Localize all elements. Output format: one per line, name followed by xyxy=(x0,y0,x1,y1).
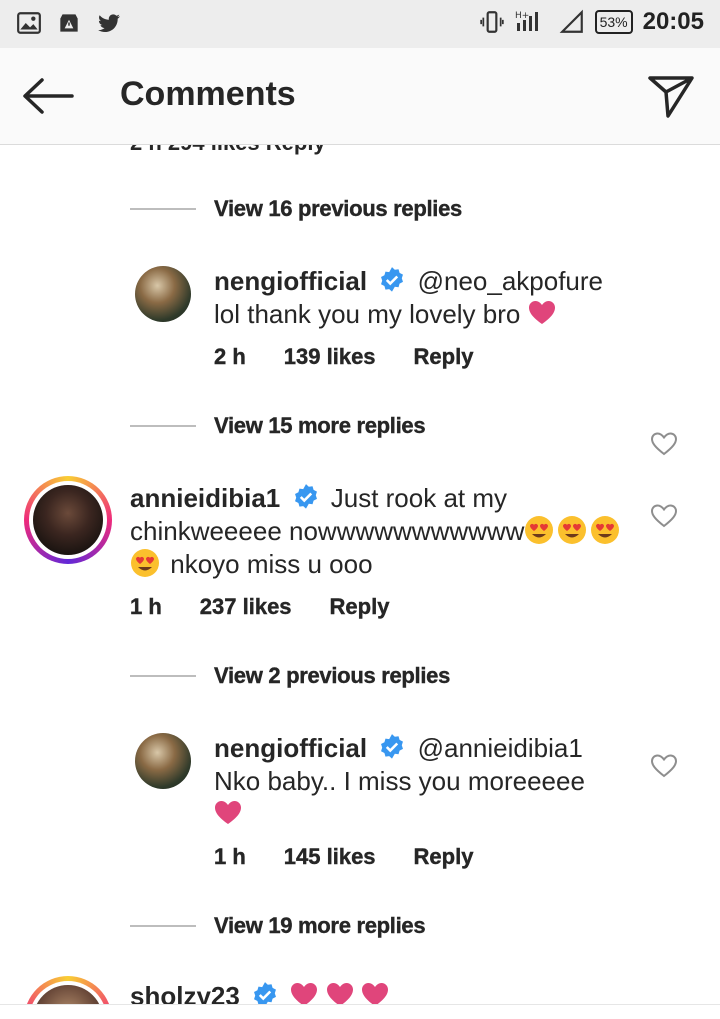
send-direct-icon[interactable] xyxy=(646,72,696,120)
view-previous-replies-button[interactable]: View 16 previous replies xyxy=(130,196,462,222)
like-heart-icon[interactable] xyxy=(650,753,678,779)
view-replies-label: View 15 more replies xyxy=(214,413,426,438)
battery-icon: 53% xyxy=(594,10,633,34)
comment-body: annieidibia1 Just rook at my chinkweeeee… xyxy=(130,482,630,581)
username[interactable]: annieidibia1 xyxy=(130,483,280,513)
username[interactable]: sholzy23 xyxy=(130,981,240,1004)
divider-line xyxy=(130,208,196,210)
view-more-replies-button[interactable]: View 19 more replies xyxy=(130,913,426,939)
username[interactable]: nengiofficial xyxy=(214,266,367,296)
signal-icon: H+ xyxy=(515,11,538,31)
heart-emoji-icon xyxy=(215,801,241,824)
verified-badge-icon xyxy=(381,267,404,292)
comment-body: sholzy23 xyxy=(130,980,630,1004)
heart-eyes-emoji-icon xyxy=(131,549,159,577)
comment-meta: 2 h 139 likes Reply xyxy=(214,344,511,370)
heart-emoji-icon xyxy=(326,983,353,1004)
heart-emoji-icon xyxy=(528,301,555,324)
comments-list[interactable]: 2 h 294 likes Reply View 16 previous rep… xyxy=(0,144,720,1004)
divider-line xyxy=(130,675,196,677)
reply-button[interactable]: Reply xyxy=(413,344,473,370)
signal-strength-icon xyxy=(559,9,583,33)
like-heart-icon[interactable] xyxy=(650,503,678,529)
comment-meta: 1 h 145 likes Reply xyxy=(214,844,511,870)
alert-icon xyxy=(60,14,78,32)
comment-text: Nko baby.. I miss you moreeeee xyxy=(214,766,585,796)
comment-time: 1 h xyxy=(214,844,246,869)
view-previous-replies-button[interactable]: View 2 previous replies xyxy=(130,663,451,689)
cut-off-meta: 2 h 294 likes Reply xyxy=(130,144,326,156)
avatar-story-ring[interactable] xyxy=(24,976,112,1004)
comment-text-line: chinkweeeee nowwwwwwwwwww xyxy=(130,516,525,546)
avatar xyxy=(33,985,103,1004)
username[interactable]: nengiofficial xyxy=(214,733,367,763)
heart-eyes-emoji-icon xyxy=(558,516,587,544)
mention-link[interactable]: @annieidibia1 xyxy=(418,733,583,763)
verified-badge-icon xyxy=(254,982,277,1004)
twitter-icon xyxy=(98,14,120,32)
comment-body: nengiofficial @neo_akpofure lol thank yo… xyxy=(214,265,634,331)
reply-button[interactable]: Reply xyxy=(329,594,389,620)
avatar xyxy=(33,485,103,555)
avatar-story-ring[interactable] xyxy=(24,476,112,564)
avatar[interactable] xyxy=(135,733,191,789)
comment-text-line: nkoyo miss u ooo xyxy=(170,549,373,579)
divider-line xyxy=(130,925,196,927)
app-bar: Comments xyxy=(0,48,720,145)
divider-line xyxy=(130,425,196,427)
heart-emoji-icon xyxy=(361,983,388,1004)
heart-eyes-emoji-icon xyxy=(591,516,620,544)
likes-count[interactable]: 237 likes xyxy=(200,594,292,620)
view-more-replies-button[interactable]: View 15 more replies xyxy=(130,413,426,439)
status-bar: H+ 53% 20:05 xyxy=(0,0,720,48)
reply-button[interactable]: Reply xyxy=(413,844,473,870)
heart-eyes-emoji-icon xyxy=(525,516,554,544)
comment-time: 2 h xyxy=(214,344,246,369)
image-icon xyxy=(17,12,41,34)
back-arrow-icon[interactable] xyxy=(22,76,74,116)
vibrate-icon xyxy=(479,11,504,33)
verified-badge-icon xyxy=(294,484,317,509)
svg-text:H+: H+ xyxy=(515,11,529,21)
heart-emoji-icon xyxy=(291,983,318,1004)
page-title: Comments xyxy=(120,75,296,113)
view-replies-label: View 16 previous replies xyxy=(214,196,463,221)
comment-meta: 1 h 237 likes Reply xyxy=(130,594,427,620)
comment-time: 1 h xyxy=(130,594,162,619)
like-heart-icon[interactable] xyxy=(650,431,678,457)
status-time: 20:05 xyxy=(642,8,704,35)
view-replies-label: View 2 previous replies xyxy=(214,663,451,688)
likes-count[interactable]: 145 likes xyxy=(284,844,376,870)
comment-body: nengiofficial @annieidibia1 Nko baby.. I… xyxy=(214,732,634,831)
avatar[interactable] xyxy=(135,266,191,322)
likes-count[interactable]: 139 likes xyxy=(284,344,376,370)
comment-text: lol thank you my lovely bro xyxy=(214,299,521,329)
bottom-edge xyxy=(0,1004,720,1019)
view-replies-label: View 19 more replies xyxy=(214,913,426,938)
mention-link[interactable]: @neo_akpofure xyxy=(418,266,603,296)
comment-text-line: Just rook at my xyxy=(330,483,508,513)
verified-badge-icon xyxy=(381,734,404,759)
